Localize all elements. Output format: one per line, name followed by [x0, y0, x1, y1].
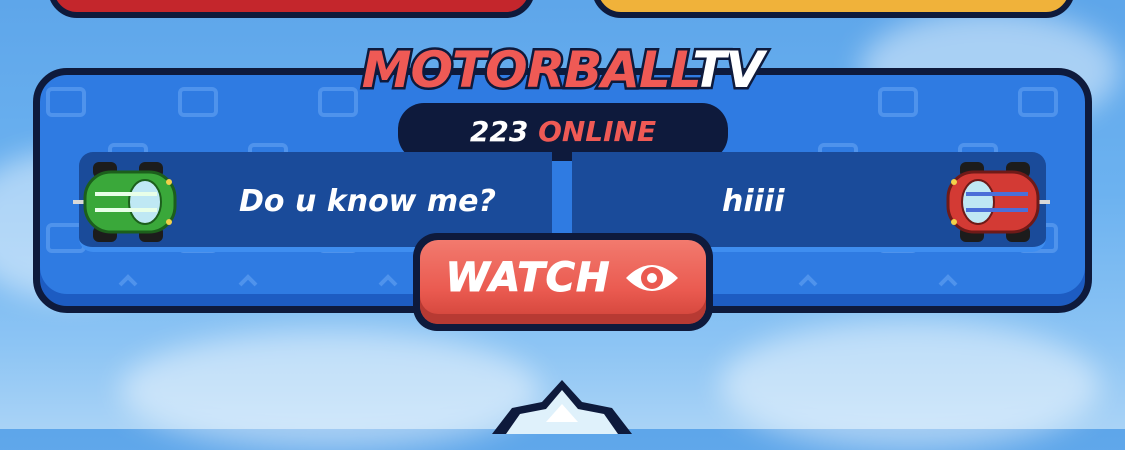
watch-button-face[interactable]: WATCH — [420, 240, 706, 324]
gem-icon — [492, 380, 632, 434]
title-motorball: MOTORBALL — [359, 39, 696, 102]
red-car-icon — [946, 162, 1050, 242]
online-label: ONLINE — [538, 115, 657, 148]
title-tv: TV — [690, 39, 767, 102]
online-count: 223 — [469, 115, 529, 148]
top-left-button[interactable] — [48, 0, 535, 18]
watch-button[interactable]: WATCH — [413, 233, 713, 331]
right-player-name: hiiii — [722, 184, 785, 219]
motorball-tv-title: MOTORBALLTV — [0, 39, 1125, 102]
top-right-button[interactable] — [592, 0, 1075, 18]
green-car-icon — [73, 162, 177, 242]
cloud-decoration — [720, 320, 1100, 450]
watch-label: WATCH — [445, 255, 611, 302]
eye-icon — [626, 265, 679, 291]
cloud-decoration — [120, 330, 540, 450]
